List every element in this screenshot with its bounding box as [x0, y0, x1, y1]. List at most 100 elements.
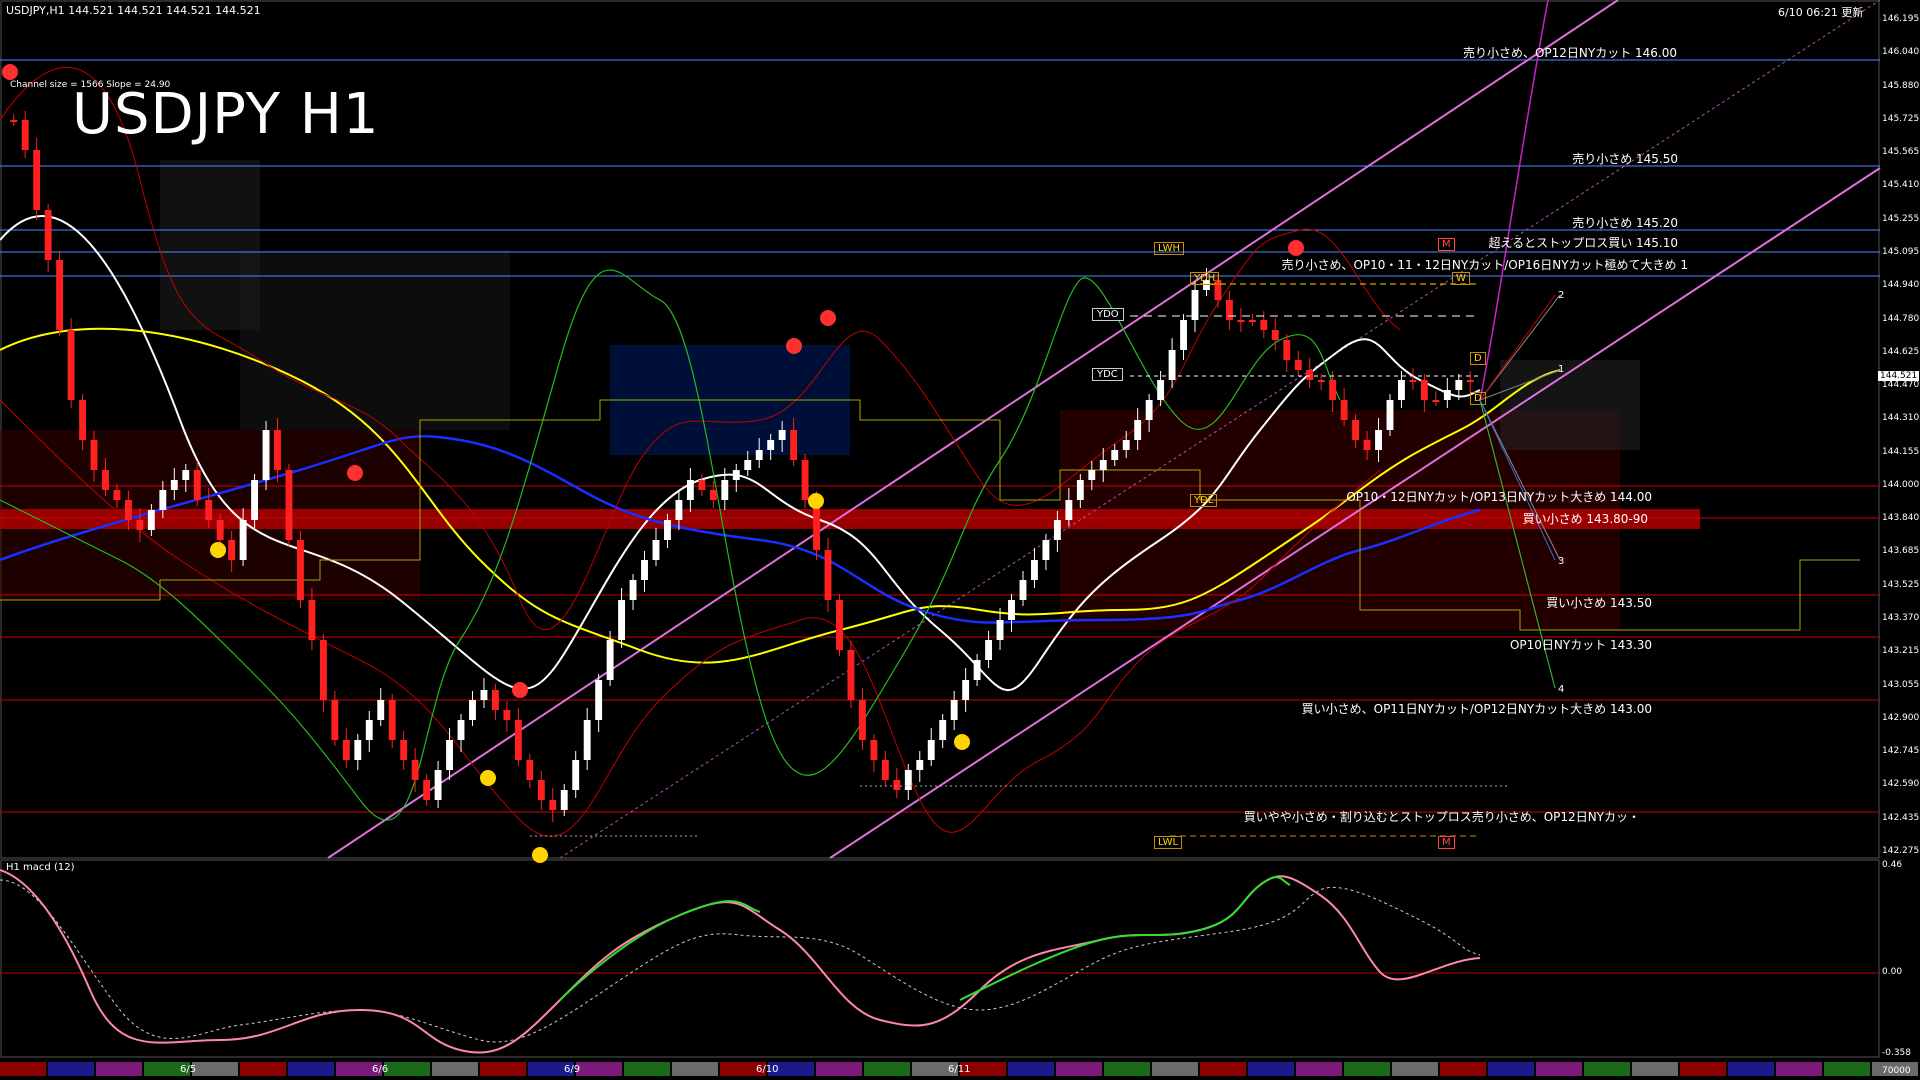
- candle-body: [205, 500, 213, 520]
- candle-body: [629, 580, 637, 600]
- price-tick: 146.195: [1882, 14, 1920, 24]
- candle-body: [836, 600, 843, 650]
- candle-body: [1398, 380, 1405, 400]
- date-bar-segment: [432, 1062, 478, 1076]
- fractal-marker: [820, 310, 836, 326]
- date-bar-segment: [240, 1062, 286, 1076]
- price-tick: 144.780: [1882, 313, 1920, 324]
- price-tick: 143.525: [1882, 579, 1920, 590]
- price-tick: 145.565: [1882, 147, 1920, 158]
- macd-main-up-segment: [559, 900, 761, 1001]
- date-bar-segment: [1008, 1062, 1054, 1076]
- price-tick: 142.745: [1882, 746, 1920, 757]
- fractal-marker: [480, 770, 496, 786]
- price-tick: 145.880: [1882, 80, 1920, 91]
- date-bar-segment: [1584, 1062, 1630, 1076]
- candle-body: [1053, 520, 1061, 540]
- fractal-marker: [786, 338, 802, 354]
- price-tick: 144.625: [1882, 346, 1920, 357]
- candle-body: [1225, 300, 1233, 320]
- date-bar-segment: [1104, 1062, 1150, 1076]
- date-bar-segment: [1344, 1062, 1390, 1076]
- candle-body: [124, 500, 132, 520]
- candle-body: [1088, 470, 1096, 480]
- candle-body: [331, 700, 339, 740]
- candle-body: [480, 690, 488, 700]
- date-bar-segment: [1824, 1062, 1870, 1076]
- candle-body: [606, 640, 614, 680]
- candle-body: [950, 700, 958, 720]
- candle-body: [239, 520, 247, 560]
- candle-body: [147, 510, 155, 530]
- candle-body: [90, 440, 98, 470]
- level-label: 買い小さめ 143.80-90: [1522, 512, 1648, 526]
- candle-body: [377, 700, 385, 720]
- candle-body: [973, 660, 981, 680]
- candle-body: [1008, 600, 1015, 620]
- candle-body: [182, 470, 190, 480]
- candle-body: [354, 740, 362, 760]
- date-bar-segment: [96, 1062, 142, 1076]
- date-bar-segment: [816, 1062, 862, 1076]
- fractal-marker: [954, 734, 970, 750]
- level-label: 超えるとストップロス買い 145.10: [1488, 236, 1678, 250]
- fractal-marker: [1288, 240, 1304, 256]
- candle-body: [285, 470, 293, 540]
- macd-tick-bottom: -0.358: [1882, 1048, 1912, 1058]
- date-bar-segment: [1152, 1062, 1198, 1076]
- price-tick: 143.055: [1882, 679, 1920, 690]
- candle-body: [1031, 560, 1038, 580]
- candle-body: [939, 720, 947, 740]
- price-tick: 145.410: [1882, 180, 1920, 191]
- candle-body: [170, 480, 178, 490]
- fractal-marker: [347, 465, 363, 481]
- fractal-marker: [532, 847, 548, 863]
- date-label-4: 6/11: [948, 1064, 971, 1075]
- candle-body: [858, 700, 866, 740]
- update-time: 6/10 06:21 更新: [1778, 6, 1864, 19]
- candle-body: [388, 700, 396, 740]
- candle-body: [778, 430, 786, 440]
- price-tick: 143.215: [1882, 646, 1920, 657]
- candle-body: [1076, 480, 1084, 500]
- candle-body: [870, 740, 878, 760]
- date-label-3: 6/10: [756, 1064, 779, 1075]
- date-bar-segment: [1680, 1062, 1726, 1076]
- candle-body: [1283, 340, 1291, 360]
- date-bar-segment: [1776, 1062, 1822, 1076]
- candle-body: [1294, 360, 1302, 370]
- candle-body: [1329, 380, 1337, 400]
- candle-body: [102, 470, 109, 490]
- candle-body: [732, 470, 740, 480]
- date-bar-segment: [384, 1062, 430, 1076]
- candle-body: [1306, 370, 1314, 380]
- price-tick: 143.685: [1882, 546, 1920, 557]
- wave-label-1: 1: [1558, 364, 1565, 375]
- date-bar-segment: [1440, 1062, 1486, 1076]
- chart-window[interactable]: USDJPY,H1 144.521 144.521 144.521 144.52…: [0, 0, 1920, 1080]
- candle-body: [595, 680, 603, 720]
- price-tick: 144.310: [1882, 413, 1920, 424]
- price-tick: 143.840: [1882, 513, 1920, 524]
- current-price-tag: 144.521: [1878, 371, 1920, 381]
- candle-body: [228, 540, 236, 560]
- macd-title: H1 macd (12): [6, 862, 75, 873]
- candle-body: [1340, 400, 1348, 420]
- date-bar-segment: [0, 1062, 46, 1076]
- candle-body: [1122, 440, 1130, 450]
- candle-body: [1386, 400, 1394, 430]
- candle-body: [21, 120, 29, 150]
- candle-body: [675, 500, 683, 520]
- candle-body: [251, 480, 259, 520]
- candle-body: [916, 760, 924, 770]
- candle-body: [1466, 380, 1474, 382]
- candle-body: [1019, 580, 1027, 600]
- candle-body: [365, 720, 373, 740]
- date-bar-segment: [672, 1062, 718, 1076]
- candle-body: [1420, 380, 1428, 400]
- level-label: OP10日NYカット 143.30: [1509, 638, 1652, 652]
- candle-body: [400, 740, 408, 760]
- candle-body: [927, 740, 935, 760]
- level-label: OP10・12日NYカット/OP13日NYカット大きめ 144.00: [1346, 490, 1652, 504]
- date-bar-segment: [480, 1062, 526, 1076]
